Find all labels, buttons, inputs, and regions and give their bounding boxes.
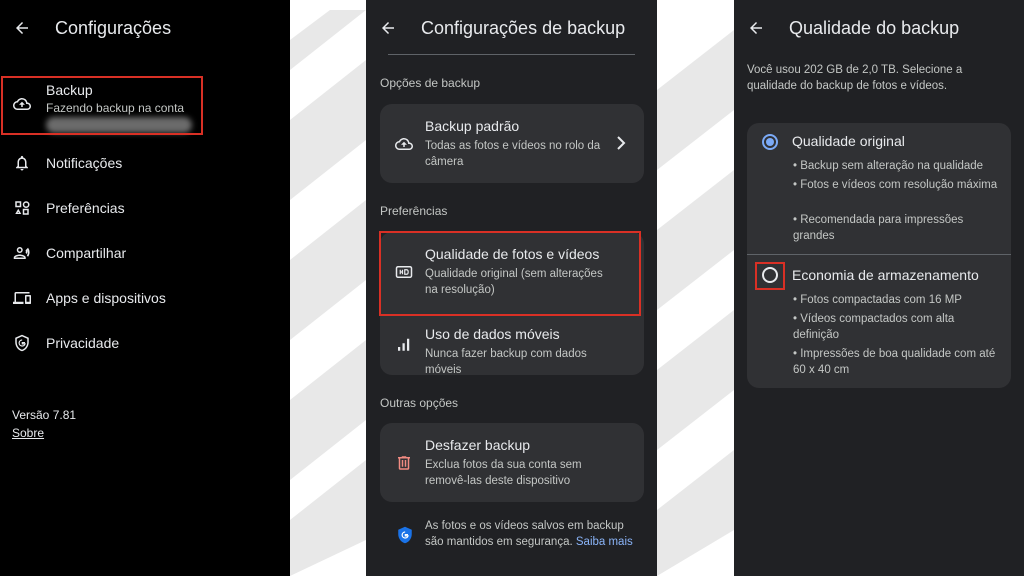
settings-panel: Configurações Backup Fazendo backup na c… <box>0 0 290 576</box>
usage-intro: Você usou 202 GB de 2,0 TB. Selecione a … <box>747 64 963 92</box>
devices-icon <box>12 288 32 308</box>
highlight-box <box>1 76 203 135</box>
highlight-box <box>379 231 641 316</box>
section-preferences: Preferências <box>380 204 448 218</box>
sidebar-item-preferences[interactable]: Preferências <box>0 189 290 227</box>
sidebar-item-sharing[interactable]: Compartilhar <box>0 234 290 272</box>
section-backup-options: Opções de backup <box>380 76 481 90</box>
option-economy[interactable]: Economia de armazenamento • Fotos compac… <box>747 255 1011 388</box>
mobile-data-row[interactable]: Uso de dados móveis Nunca fazer backup c… <box>380 316 644 376</box>
sidebar-item-privacy[interactable]: Privacidade <box>0 324 290 362</box>
mobile-data-title: Uso de dados móveis <box>425 326 560 342</box>
chevron-right-icon <box>617 136 626 150</box>
page-title: Configurações <box>55 17 172 38</box>
signal-bars-icon <box>394 334 414 354</box>
about-link[interactable]: Sobre <box>12 426 44 440</box>
sidebar-item-label: Apps e dispositivos <box>46 290 166 306</box>
undo-backup-subtitle: Exclua fotos da sua conta sem removê-las… <box>425 459 582 487</box>
option-bullet: • Fotos e vídeos com resolução máxima <box>793 179 998 191</box>
option-original[interactable]: Qualidade original • Backup sem alteraçã… <box>747 123 1011 253</box>
back-arrow-icon[interactable] <box>11 17 33 39</box>
top-app-bar: Configurações de backup <box>366 0 657 56</box>
top-app-bar: Configurações <box>0 0 290 56</box>
backup-default-title: Backup padrão <box>425 118 520 134</box>
sidebar-item-label: Compartilhar <box>46 245 127 261</box>
page-title: Qualidade do backup <box>789 17 960 38</box>
section-other-options: Outras opções <box>380 396 459 410</box>
sidebar-item-label: Notificações <box>46 155 123 171</box>
mobile-data-subtitle: Nunca fazer backup com dados móveis <box>425 348 587 376</box>
quality-options-card: Qualidade original • Backup sem alteraçã… <box>747 123 1011 388</box>
backup-settings-panel: Configurações de backup Opções de backup… <box>366 0 657 576</box>
divider <box>388 54 635 55</box>
option-bullet: • Backup sem alteração na qualidade <box>793 160 984 172</box>
sidebar-item-label: Privacidade <box>46 335 120 351</box>
shapes-icon <box>12 198 32 218</box>
option-original-label: Qualidade original <box>792 133 905 149</box>
backup-quality-panel: Qualidade do backup Você usou 202 GB de … <box>734 0 1024 576</box>
sidebar-item-notifications[interactable]: Notificações <box>0 144 290 182</box>
top-app-bar: Qualidade do backup <box>734 0 1024 56</box>
trash-icon <box>394 453 414 473</box>
back-arrow-icon[interactable] <box>745 17 767 39</box>
backup-default-card[interactable]: Backup padrão Todas as fotos e vídeos no… <box>380 104 644 183</box>
version-text: Versão 7.81 <box>12 408 77 422</box>
option-bullet: • Recomendada para impressões grandes <box>793 214 964 242</box>
option-bullet: • Fotos compactadas com 16 MP <box>793 294 962 306</box>
option-economy-label: Economia de armazenamento <box>792 267 979 283</box>
people-icon <box>12 243 32 263</box>
google-shield-icon <box>396 526 414 544</box>
option-bullet: • Vídeos compactados com alta definição <box>793 313 955 341</box>
undo-backup-title: Desfazer backup <box>425 437 531 453</box>
cloud-upload-icon <box>394 134 414 154</box>
bell-icon <box>12 153 32 173</box>
security-footer: As fotos e os vídeos salvos em backup sã… <box>425 518 645 550</box>
highlight-box <box>755 262 785 290</box>
option-bullet: • Impressões de boa qualidade com até 60… <box>793 348 996 376</box>
radio-selected[interactable] <box>762 134 778 150</box>
shield-icon <box>12 333 32 353</box>
undo-backup-card[interactable]: Desfazer backup Exclua fotos da sua cont… <box>380 423 644 502</box>
sidebar-item-apps-devices[interactable]: Apps e dispositivos <box>0 279 290 317</box>
back-arrow-icon[interactable] <box>377 17 399 39</box>
backup-default-subtitle: Todas as fotos e vídeos no rolo da câmer… <box>425 140 601 168</box>
page-title: Configurações de backup <box>421 17 626 38</box>
learn-more-link[interactable]: Saiba mais <box>576 536 633 548</box>
sidebar-item-label: Preferências <box>46 200 125 216</box>
